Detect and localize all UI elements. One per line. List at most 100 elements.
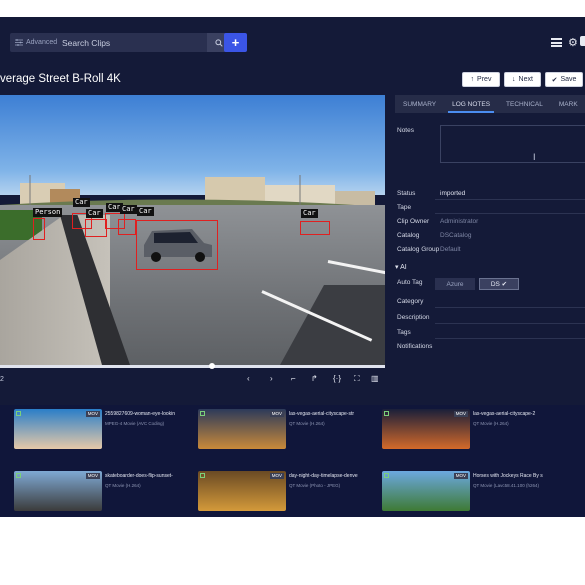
caret-down-icon: ▾ xyxy=(395,264,399,271)
tab-summary[interactable]: SUMMARY xyxy=(395,95,444,113)
tags-label: Tags xyxy=(397,329,411,336)
gear-icon[interactable]: ⚙ xyxy=(568,36,578,49)
fullscreen-icon[interactable]: ⛶ xyxy=(354,374,360,384)
description-field[interactable] xyxy=(435,323,585,324)
tab-technical[interactable]: TECHNICAL xyxy=(498,95,551,113)
ds-tag-button[interactable]: DS ✔ xyxy=(479,278,519,290)
sliders-icon xyxy=(15,39,23,46)
select-checkbox[interactable] xyxy=(200,473,205,478)
clip-navigation: ↑ Prev ↓ Next ✔ Save xyxy=(462,72,583,87)
tags-field[interactable] xyxy=(435,338,585,339)
clip-format: QT Movie (Photo - JPEG) xyxy=(289,483,341,488)
select-checkbox[interactable] xyxy=(384,411,389,416)
advanced-label: Advanced xyxy=(26,39,58,46)
category-label: Category xyxy=(397,298,424,305)
divider xyxy=(435,199,585,200)
clip-title[interactable]: Horses with Jockeys Race By s xyxy=(473,473,563,479)
detection-label: Car xyxy=(120,205,137,214)
ds-label: DS xyxy=(490,280,500,288)
catalog-value: DSCatalog xyxy=(440,232,472,239)
ai-section-toggle[interactable]: ▾ AI xyxy=(395,263,407,271)
app-window: Advanced + ⚙ verage Street B-Roll 4K ↑Pr… xyxy=(0,17,585,517)
clip-thumbnail[interactable]: MOV xyxy=(198,471,286,511)
panel-tabs: SUMMARY LOG NOTES TECHNICAL MARK xyxy=(395,95,585,113)
notes-field[interactable] xyxy=(440,125,585,163)
mark-in-icon[interactable]: ⌐ xyxy=(291,374,296,383)
tape-field[interactable] xyxy=(435,213,585,214)
clip-card[interactable]: MOV 2559827609-woman-eye-lookin MPEG-4 Mov… xyxy=(14,409,194,459)
tab-log-notes[interactable]: LOG NOTES xyxy=(444,95,498,113)
autotag-label: Auto Tag xyxy=(397,279,423,286)
check-icon: ✔ xyxy=(499,281,508,288)
clip-grid: MOV 2559827609-woman-eye-lookin MPEG-4 Mov… xyxy=(0,405,585,517)
metadata-panel: SUMMARY LOG NOTES TECHNICAL MARK Notes I… xyxy=(385,95,585,405)
chevron-left-icon[interactable]: ‹ xyxy=(247,374,250,383)
clip-title[interactable]: 2559827609-woman-eye-lookin xyxy=(105,411,195,417)
clip-format: QT Movie (H.264) xyxy=(289,421,325,426)
clip-card[interactable]: MOV day-night-day-timelapse-denve QT Movie… xyxy=(198,471,378,517)
clip-thumbnail[interactable]: MOV xyxy=(14,409,102,449)
select-checkbox[interactable] xyxy=(16,473,21,478)
clip-thumbnail-strip: MOV 2559827609-woman-eye-lookin MPEG-4 Mov… xyxy=(0,405,585,517)
check-icon: ✔ xyxy=(551,76,558,84)
page-title: verage Street B-Roll 4K xyxy=(0,73,121,85)
user-icon[interactable] xyxy=(580,36,585,46)
prev-button[interactable]: ↑ Prev xyxy=(462,72,500,87)
clip-card[interactable]: MOV skateboarder-does-flip-sunset- QT Movi… xyxy=(14,471,194,517)
clip-card[interactable]: MOV las-vegas-aerial-cityscape-2 QT Movie … xyxy=(382,409,562,459)
advanced-search-toggle[interactable]: Advanced xyxy=(10,33,65,52)
search-bar: Advanced xyxy=(10,33,230,52)
clip-title[interactable]: day-night-day-timelapse-denve xyxy=(289,473,379,479)
top-bar: Advanced + ⚙ xyxy=(0,17,585,67)
format-badge: MOV xyxy=(269,411,284,417)
detection-label: Car xyxy=(137,207,154,216)
detection-box xyxy=(33,218,45,240)
status-value[interactable]: imported xyxy=(440,190,465,197)
clip-thumbnail[interactable]: MOV xyxy=(14,471,102,511)
notifications-label: Notifications xyxy=(397,343,433,350)
format-badge: MOV xyxy=(453,473,468,479)
catalog-group-value: Default xyxy=(440,246,461,253)
chevron-right-icon[interactable]: › xyxy=(270,374,273,383)
format-badge: MOV xyxy=(85,473,100,479)
format-badge: MOV xyxy=(453,411,468,417)
clip-thumbnail[interactable]: MOV xyxy=(198,409,286,449)
bars-icon[interactable]: ▥ xyxy=(371,374,379,383)
detection-box xyxy=(85,219,107,237)
category-field[interactable] xyxy=(435,307,585,308)
format-badge: MOV xyxy=(85,411,100,417)
menu-icon[interactable] xyxy=(551,38,562,47)
timeline-bar[interactable] xyxy=(0,365,385,368)
add-button[interactable]: + xyxy=(224,33,247,52)
save-button[interactable]: ✔ Save xyxy=(545,72,583,87)
search-input[interactable] xyxy=(62,33,197,52)
timeline-playhead[interactable] xyxy=(208,363,215,369)
select-checkbox[interactable] xyxy=(384,473,389,478)
clip-title[interactable]: las-vegas-aerial-cityscape-str xyxy=(289,411,379,417)
subclip-icon[interactable]: {·} xyxy=(333,374,341,383)
format-badge: MOV xyxy=(269,473,284,479)
select-checkbox[interactable] xyxy=(16,411,21,416)
detection-box xyxy=(300,221,330,235)
select-checkbox[interactable] xyxy=(200,411,205,416)
tab-markers[interactable]: MARK xyxy=(551,95,585,113)
clip-format: MPEG-4 Movie (AVC Coding) xyxy=(105,421,165,426)
clip-title[interactable]: las-vegas-aerial-cityscape-2 xyxy=(473,411,563,417)
text-cursor-icon: I xyxy=(533,152,536,162)
clip-card[interactable]: MOV las-vegas-aerial-cityscape-str QT Movi… xyxy=(198,409,378,459)
clip-title[interactable]: skateboarder-does-flip-sunset- xyxy=(105,473,195,479)
clip-thumbnail[interactable]: MOV xyxy=(382,471,470,511)
video-player[interactable]: Person Car Car Car Car Car Car xyxy=(0,95,385,365)
next-button[interactable]: ↓ Next xyxy=(504,72,541,87)
mark-out-icon[interactable]: ↱ xyxy=(311,374,318,383)
next-label: Next xyxy=(518,76,533,83)
arrow-up-icon: ↑ xyxy=(470,76,475,83)
clip-format: QT Movie (H.264) xyxy=(473,421,509,426)
catalog-label: Catalog xyxy=(397,232,420,239)
timecode: 2 xyxy=(0,376,4,383)
playback-controls: 2 ‹ › ⌐ ↱ {·} ⛶ ▥ xyxy=(0,363,385,405)
clip-card[interactable]: MOV Horses with Jockeys Race By s QT Movie… xyxy=(382,471,562,517)
azure-tag-button[interactable]: Azure xyxy=(435,278,475,290)
arrow-down-icon: ↓ xyxy=(512,76,516,83)
clip-thumbnail[interactable]: MOV xyxy=(382,409,470,449)
